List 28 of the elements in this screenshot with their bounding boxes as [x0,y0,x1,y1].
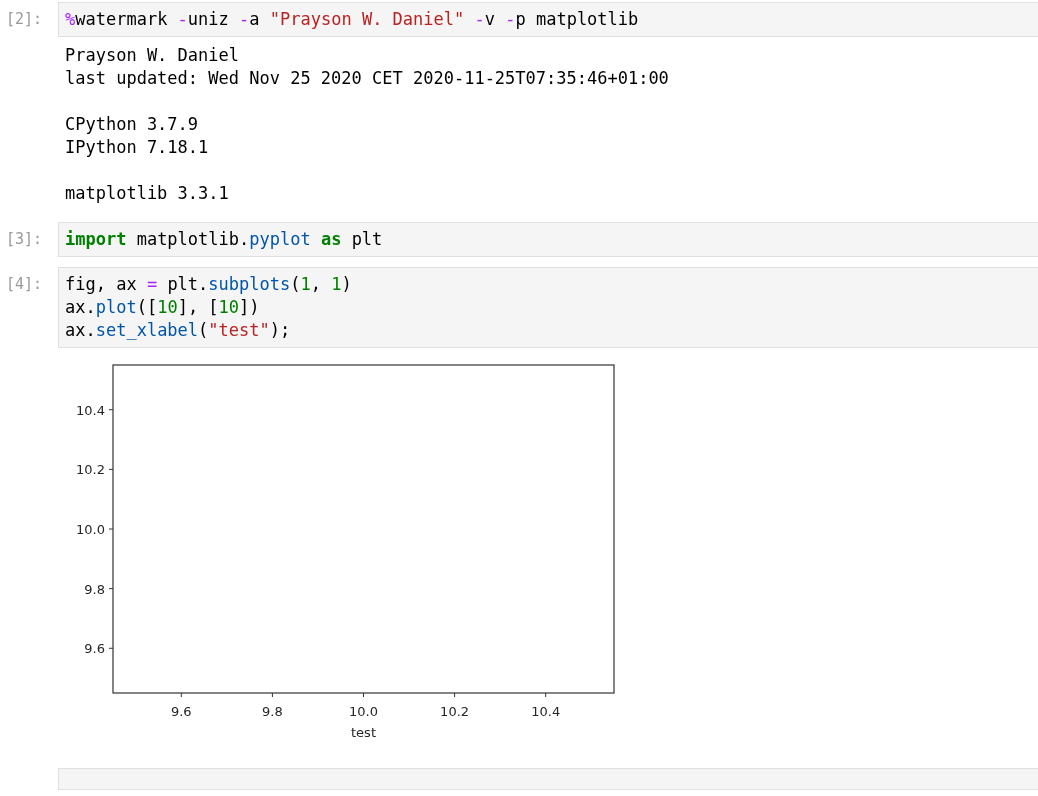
cell-prompt: [4]: [5,274,44,294]
output-line: Prayson W. Daniel [65,44,240,67]
output-line: CPython 3.7.9 [65,113,200,136]
code-line: fig, ax = plt.subplots(1, 1) [65,273,353,296]
y-tick-label: 10.0 [76,522,105,537]
x-axis-label: test [351,725,376,740]
x-tick-label: 10.4 [531,704,561,719]
output-line: matplotlib 3.3.1 [65,182,230,205]
x-tick-label: 9.6 [170,704,192,719]
code-line: ax.set_xlabel("test"); [65,319,292,342]
output-line: IPython 7.18.1 [65,136,210,159]
empty-code-cell[interactable] [58,768,1038,790]
cell-prompt: [3]: [5,229,44,249]
x-tick-label: 10.0 [349,704,378,719]
code-line: import matplotlib.pyplot as plt [65,228,384,251]
y-tick-label: 10.4 [76,402,105,418]
code-line: %watermark -uniz -a "Prayson W. Daniel" -v -p matplotlib [65,8,640,31]
code-line: ax.plot([10], [10]) [65,296,261,319]
x-tick-label: 9.8 [262,704,283,719]
output-line: last updated: Wed Nov 25 2020 CET 2020-11-25T07:35:46+01:00 [65,67,670,90]
code-cell[interactable]: %watermark -uniz -a "Prayson W. Daniel" -v -p matplotlib [58,2,1038,37]
y-tick-label: 9.8 [84,581,105,597]
y-tick-label: 9.6 [84,641,105,657]
code-cell[interactable]: import matplotlib.pyplot as plt [58,222,1038,257]
y-tick-label: 10.2 [76,462,105,478]
x-tick-label: 10.2 [440,704,470,719]
code-cell[interactable]: fig, ax = plt.subplots(1, 1) ax.plot([10], [10]) ax.set_xlabel("test"); [58,267,1038,348]
cell-prompt: [2]: [5,9,44,29]
